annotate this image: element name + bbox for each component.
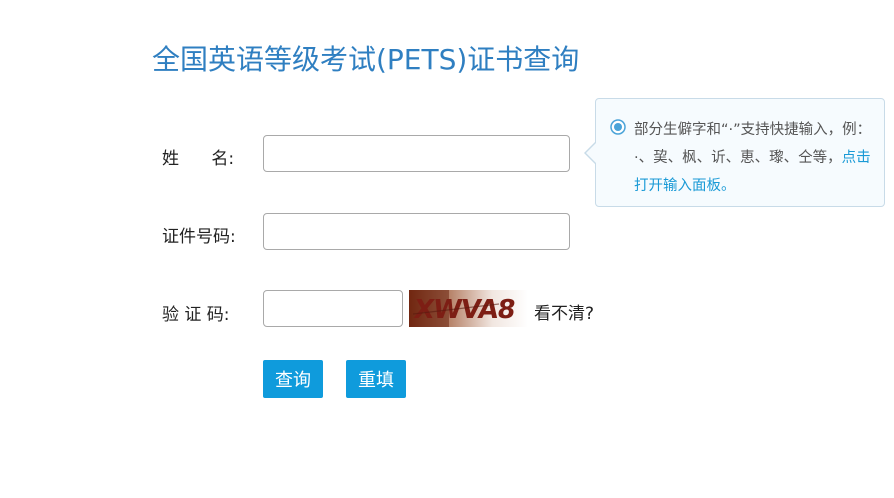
input-tip-tooltip: 部分生僻字和“·”支持快捷输入，例：·、巭、枫、䜣、恵、瓈、仝等，点击打开输入面… (584, 98, 885, 207)
query-button[interactable]: 查询 (263, 360, 323, 398)
refresh-captcha-link[interactable]: 看不清? (534, 299, 594, 324)
name-input[interactable] (263, 135, 570, 172)
captcha-graphic: XWVA8 (409, 290, 528, 327)
id-number-label: 证件号码: (162, 227, 236, 247)
pets-query-page: 全国英语等级考试(PETS)证书查询 姓 名: 证件号码: 验 证 码: XWV… (0, 0, 894, 498)
id-number-input[interactable] (263, 213, 570, 250)
tooltip-message: 部分生僻字和“·”支持快捷输入，例：·、巭、枫、䜣、恵、瓈、仝等， (634, 122, 864, 166)
page-title: 全国英语等级考试(PETS)证书查询 (152, 43, 580, 76)
info-radio-icon (610, 119, 626, 135)
name-label: 姓 名: (162, 149, 235, 169)
captcha-text: XWVA8 (412, 295, 516, 325)
reset-button[interactable]: 重填 (346, 360, 406, 398)
captcha-image[interactable]: XWVA8 (409, 290, 528, 327)
captcha-input[interactable] (263, 290, 403, 327)
tooltip-text: 部分生僻字和“·”支持快捷输入，例：·、巭、枫、䜣、恵、瓈、仝等，点击打开输入面… (634, 116, 874, 200)
captcha-label: 验 证 码: (162, 305, 230, 325)
